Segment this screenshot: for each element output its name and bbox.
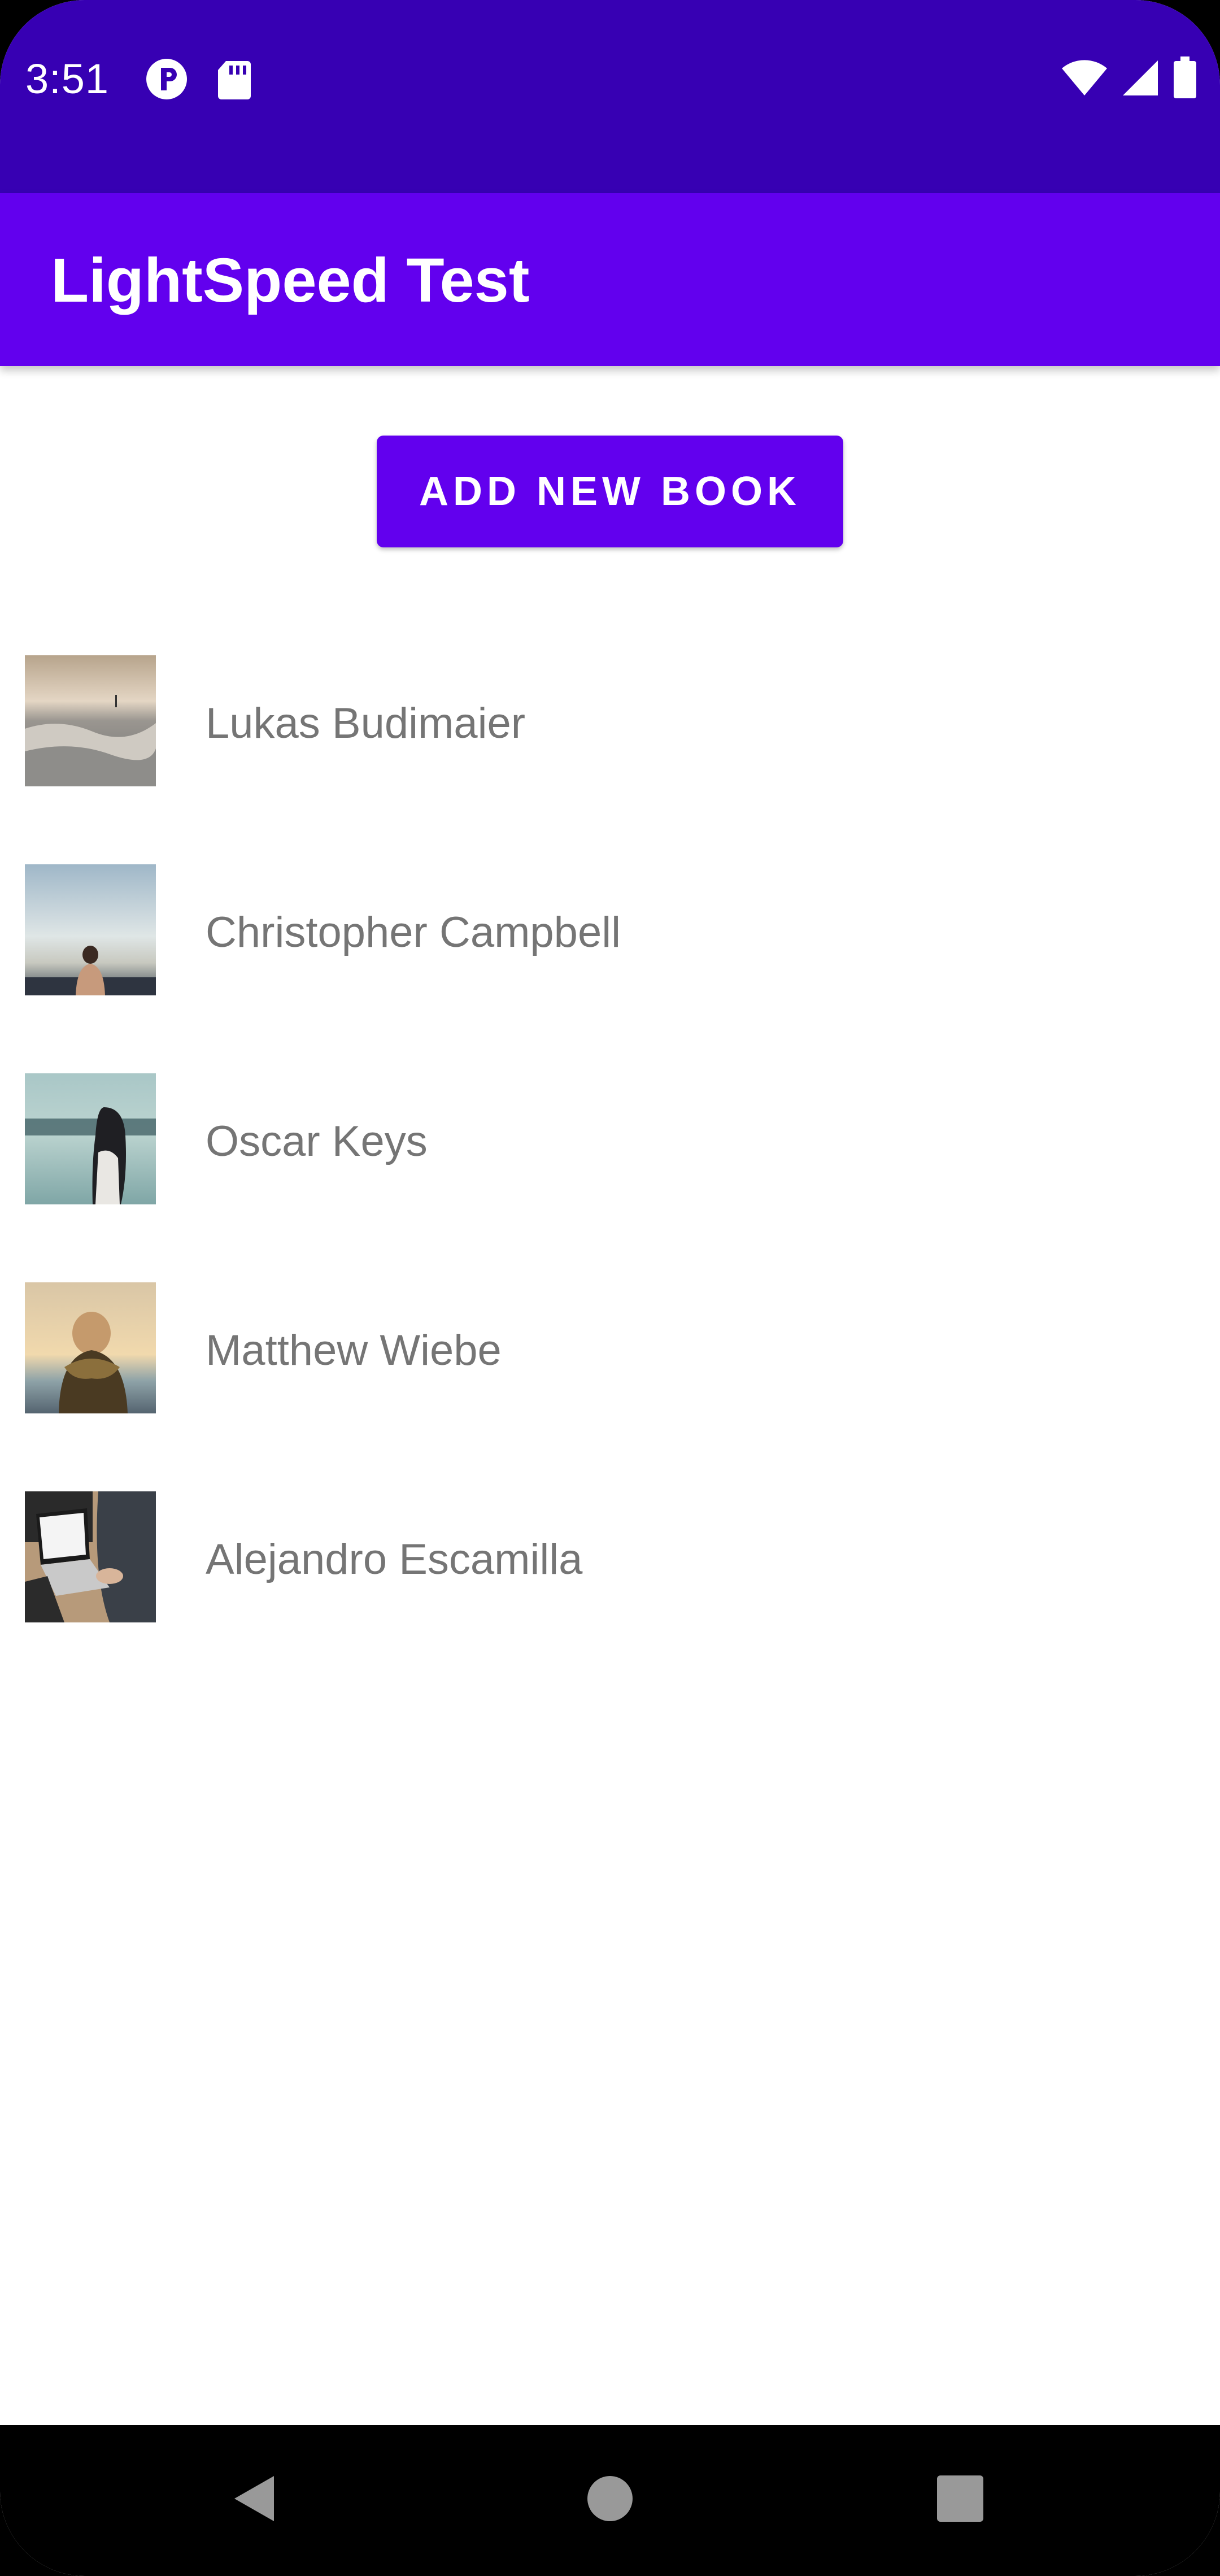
winter-landscape-thumbnail	[25, 655, 156, 786]
notification-p-icon	[144, 56, 189, 102]
recents-icon[interactable]	[926, 2465, 994, 2533]
book-author-label: Oscar Keys	[206, 1117, 428, 1165]
wifi-icon	[1061, 58, 1108, 101]
list-item[interactable]: Christopher Campbell	[0, 864, 1220, 995]
home-icon[interactable]	[576, 2465, 644, 2533]
status-icons-right	[1061, 56, 1197, 102]
laptop-desk-thumbnail	[25, 1491, 156, 1622]
status-time: 3:51	[25, 55, 110, 102]
book-author-label: Alejandro Escamilla	[206, 1535, 583, 1583]
person-sunset-thumbnail	[25, 1282, 156, 1413]
cell-signal-icon	[1121, 58, 1160, 101]
list-item[interactable]: Lukas Budimaier	[0, 655, 1220, 786]
woman-by-sea-thumbnail	[25, 1073, 156, 1204]
sd-card-icon	[215, 56, 260, 102]
list-item[interactable]: Oscar Keys	[0, 1073, 1220, 1204]
list-item[interactable]: Alejandro Escamilla	[0, 1491, 1220, 1622]
book-author-label: Matthew Wiebe	[206, 1326, 502, 1374]
book-author-label: Lukas Budimaier	[206, 699, 526, 747]
phone-screen: 3:51 LightSpeed Test ADD NEW BOOK Lukas …	[0, 0, 1220, 2576]
add-new-book-button[interactable]: ADD NEW BOOK	[377, 436, 843, 547]
person-at-sea-thumbnail	[25, 864, 156, 995]
status-bar: 3:51	[0, 0, 1220, 193]
book-author-label: Christopher Campbell	[206, 908, 621, 956]
back-icon[interactable]	[220, 2465, 288, 2533]
app-bar: LightSpeed Test	[0, 193, 1220, 366]
app-title: LightSpeed Test	[51, 246, 530, 315]
add-new-book-label: ADD NEW BOOK	[419, 469, 801, 514]
list-item[interactable]: Matthew Wiebe	[0, 1282, 1220, 1413]
navigation-bar	[0, 2425, 1220, 2576]
battery-icon	[1173, 56, 1197, 102]
